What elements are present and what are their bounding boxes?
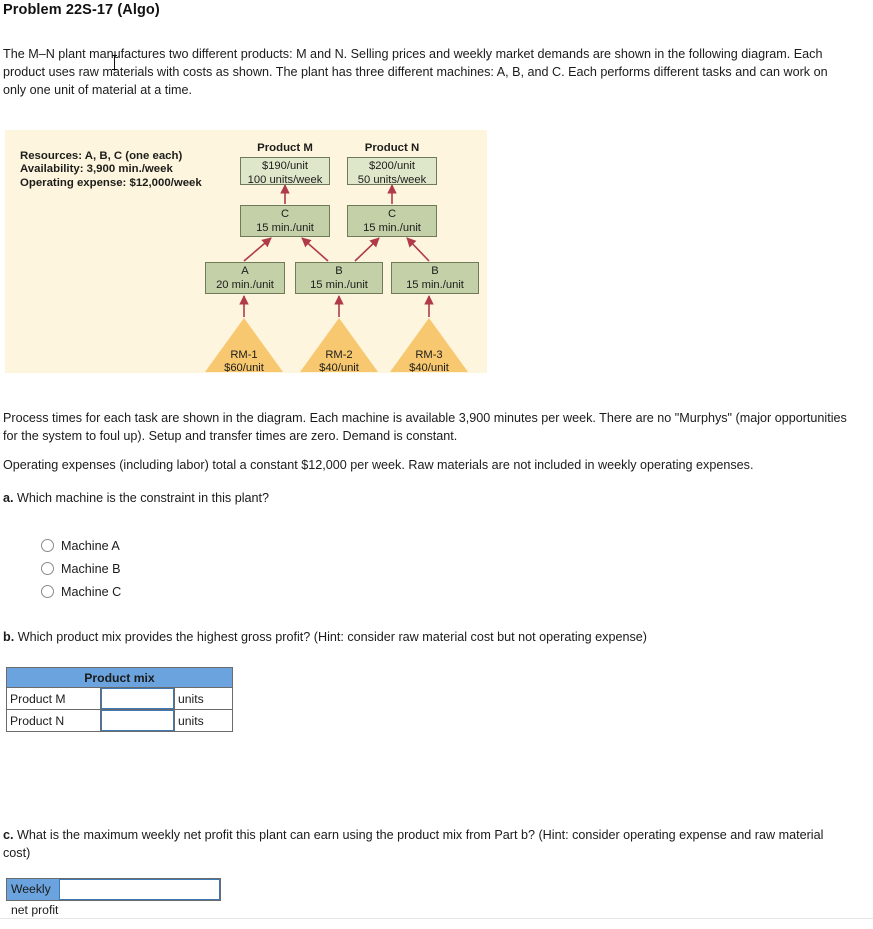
product-n-row-unit: units xyxy=(174,709,233,732)
diagram-legend: Resources: A, B, C (one each) Availabili… xyxy=(20,150,202,190)
part-c-question: c. What is the maximum weekly net profit… xyxy=(3,826,853,862)
machine-a-name: A xyxy=(241,265,249,277)
rm-3-name: RM-3 xyxy=(415,349,443,361)
product-n-label: Product N xyxy=(364,142,420,154)
part-b-question-text: Which product mix provides the highest g… xyxy=(17,630,647,644)
bottom-divider xyxy=(0,918,873,919)
radio-label-machine-a: Machine A xyxy=(61,538,120,553)
table-header-row: Product mix xyxy=(6,667,233,688)
machine-a-time: 20 min./unit xyxy=(216,278,274,291)
rm-2-label: RM-2 $40/unit xyxy=(300,349,378,376)
product-m-units-input[interactable] xyxy=(101,688,174,709)
operating-expenses-paragraph: Operating expenses (including labor) tot… xyxy=(3,458,754,472)
product-m-input-cell xyxy=(100,687,175,710)
legend-resources: Resources: A, B, C (one each) xyxy=(20,150,183,162)
part-a-lead: a. xyxy=(3,491,14,505)
machine-c-n-time: 15 min./unit xyxy=(363,221,421,234)
machine-b1-box: B 15 min./unit xyxy=(295,262,383,294)
rm-3-label: RM-3 $40/unit xyxy=(390,349,468,376)
radio-label-machine-c: Machine C xyxy=(61,584,122,599)
radio-icon[interactable] xyxy=(41,539,54,552)
machine-c-n-name: C xyxy=(387,208,397,220)
product-n-input-cell xyxy=(100,709,175,732)
product-n-box: $200/unit 50 units/week xyxy=(347,157,437,186)
product-m-row-label: Product M xyxy=(6,687,101,710)
radio-option-machine-b[interactable]: Machine B xyxy=(41,557,121,580)
radio-option-machine-c[interactable]: Machine C xyxy=(41,580,121,603)
table-row: Product M units xyxy=(6,687,233,710)
part-a-question: a. Which machine is the constraint in th… xyxy=(3,489,853,507)
rm-3-cost: $40/unit xyxy=(409,362,449,375)
product-m-price: $190/unit xyxy=(261,160,309,172)
page-title: Problem 22S-17 (Algo) xyxy=(3,2,160,18)
product-m-demand: 100 units/week xyxy=(247,173,323,186)
machine-b2-box: B 15 min./unit xyxy=(391,262,479,294)
part-b-question: b. Which product mix provides the highes… xyxy=(3,628,853,646)
product-n-price: $200/unit xyxy=(368,160,416,172)
machine-c-n-box: C 15 min./unit xyxy=(347,205,437,237)
intro-paragraph: The M–N plant manufactures two different… xyxy=(3,47,828,98)
legend-operating-expense: Operating expense: $12,000/week xyxy=(20,176,202,189)
table-row: Product N units xyxy=(6,709,233,732)
radio-label-machine-b: Machine B xyxy=(61,561,121,576)
product-mix-table: Product mix Product M units Product N un… xyxy=(6,667,233,732)
rm-1-cost: $60/unit xyxy=(224,362,264,375)
part-a-options: Machine A Machine B Machine C xyxy=(41,534,121,603)
radio-icon[interactable] xyxy=(41,585,54,598)
machine-b1-name: B xyxy=(335,265,343,277)
product-m-row-unit: units xyxy=(174,687,233,710)
machine-c-m-name: C xyxy=(280,208,290,220)
weekly-net-profit-label: Weekly net profit xyxy=(7,879,59,917)
machine-a-box: A 20 min./unit xyxy=(205,262,285,294)
rm-2-name: RM-2 xyxy=(325,349,353,361)
product-n-units-input[interactable] xyxy=(101,710,174,731)
product-m-box: $190/unit 100 units/week xyxy=(240,157,330,186)
legend-availability: Availability: 3,900 min./week xyxy=(20,163,173,176)
machine-c-m-time: 15 min./unit xyxy=(256,221,314,234)
plant-flow-diagram: Resources: A, B, C (one each) Availabili… xyxy=(5,130,487,376)
product-m-label: Product M xyxy=(257,142,313,154)
part-c-question-text: What is the maximum weekly net profit th… xyxy=(3,828,824,861)
product-mix-header: Product mix xyxy=(6,667,233,688)
machine-b2-time: 15 min./unit xyxy=(406,278,464,291)
part-a-question-text: Which machine is the constraint in this … xyxy=(17,491,270,505)
product-n-demand: 50 units/week xyxy=(357,173,427,186)
text-cursor xyxy=(112,55,117,70)
rm-1-label: RM-1 $60/unit xyxy=(205,349,283,376)
product-n-row-label: Product N xyxy=(6,709,101,732)
machine-b1-time: 15 min./unit xyxy=(310,278,368,291)
radio-icon[interactable] xyxy=(41,562,54,575)
process-times-paragraph: Process times for each task are shown in… xyxy=(3,411,847,444)
machine-b2-name: B xyxy=(431,265,439,277)
radio-option-machine-a[interactable]: Machine A xyxy=(41,534,121,557)
part-c-lead: c. xyxy=(3,828,14,842)
part-b-lead: b. xyxy=(3,630,15,644)
rm-2-cost: $40/unit xyxy=(319,362,359,375)
weekly-net-profit-row: Weekly net profit xyxy=(6,878,221,917)
weekly-net-profit-input[interactable] xyxy=(59,879,220,900)
machine-c-m-box: C 15 min./unit xyxy=(240,205,330,237)
rm-1-name: RM-1 xyxy=(230,349,258,361)
